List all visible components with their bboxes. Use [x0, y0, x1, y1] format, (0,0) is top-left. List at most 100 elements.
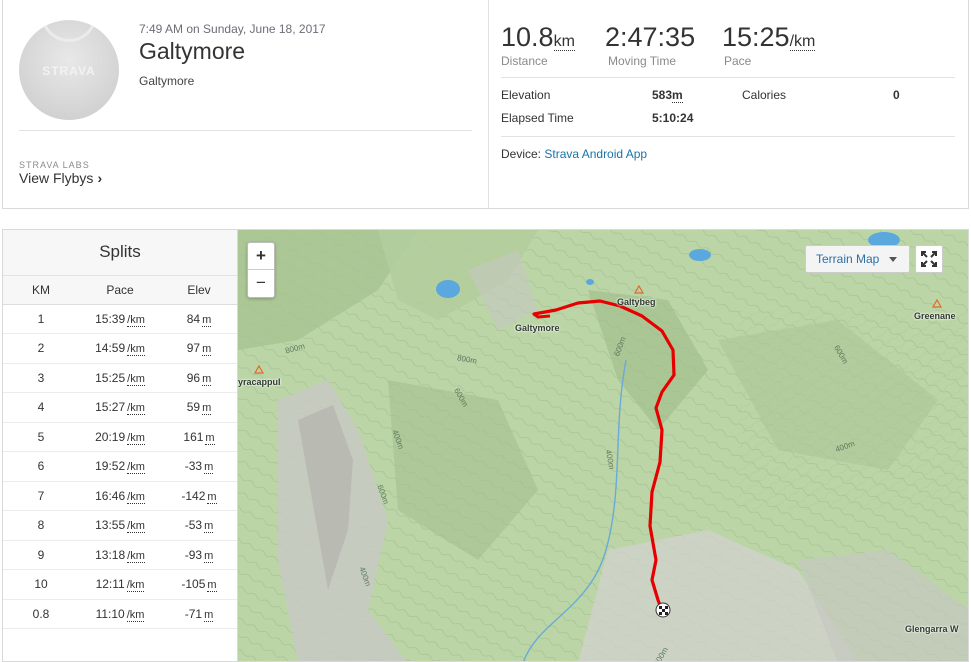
split-pace: 13:55/km	[79, 510, 161, 541]
split-elev: 59 m	[161, 392, 237, 423]
split-row: 10 12:11/km -105 m	[3, 569, 237, 600]
split-pace: 19:52/km	[79, 451, 161, 482]
split-elev: 84 m	[161, 304, 237, 334]
split-pace-value: 12:11	[95, 577, 125, 592]
terrain-map-tiles	[238, 230, 968, 661]
elapsed-time-label: Elapsed Time	[501, 111, 574, 125]
split-pace: 20:19/km	[79, 422, 161, 452]
chevron-right-icon: ›	[97, 170, 103, 186]
split-km: 6	[3, 451, 79, 482]
split-elev-value: -53	[184, 518, 203, 533]
splits-body: 1 15:39/km 84 m 2 14:59/km 97 m 3 15:25/km 96 m 4 15:…	[3, 304, 237, 629]
split-row: 8 13:55/km -53 m	[3, 510, 237, 541]
activity-summary: STRAVA 7:49 AM on Sunday, June 18, 2017 …	[2, 0, 969, 209]
split-elev-value: -142	[181, 488, 206, 503]
split-pace: 12:11/km	[79, 569, 161, 600]
place-label: Greenane	[914, 311, 956, 321]
header-km: KM	[3, 276, 79, 305]
split-pace-unit: /km	[127, 402, 145, 416]
calories-label: Calories	[742, 88, 787, 102]
split-pace-unit: /km	[126, 579, 145, 593]
view-flybys-link[interactable]: View Flybys ›	[19, 170, 102, 186]
split-elev-unit: m	[204, 520, 214, 534]
split-pace-unit: /km	[127, 431, 145, 445]
divider	[501, 136, 955, 137]
split-km: 7	[3, 481, 79, 511]
device-link[interactable]: Strava Android App	[544, 147, 647, 161]
fullscreen-icon	[921, 251, 937, 267]
split-pace-value: 14:59	[95, 341, 126, 356]
distance-value: 10.8	[501, 22, 554, 52]
split-elev-unit: m	[202, 372, 212, 386]
place-label: Galtybeg	[617, 297, 656, 307]
split-elev-value: 59	[186, 400, 201, 415]
stat-pace: 15:25/km Pace	[722, 22, 816, 68]
split-elev: 97 m	[161, 333, 237, 364]
split-row: 9 13:18/km -93 m	[3, 540, 237, 570]
split-pace-value: 11:10	[95, 606, 125, 621]
split-elev: -71 m	[161, 599, 237, 629]
caret-down-icon	[889, 257, 897, 262]
split-elev: 96 m	[161, 363, 237, 393]
device-info: Device: Strava Android App	[501, 147, 647, 161]
elapsed-time-value: 5:10:24	[652, 111, 694, 125]
split-km: 3	[3, 363, 79, 393]
map-type-dropdown[interactable]: Terrain Map	[805, 245, 910, 273]
split-pace-unit: /km	[126, 608, 145, 622]
split-elev: -105 m	[161, 569, 237, 600]
split-row: 4 15:27/km 59 m	[3, 392, 237, 423]
split-km: 10	[3, 569, 79, 600]
split-pace: 14:59/km	[79, 333, 161, 364]
divider	[19, 130, 472, 131]
divider	[488, 0, 489, 208]
split-elev-value: -105	[181, 577, 206, 592]
split-pace-unit: /km	[127, 343, 145, 357]
split-pace-unit: /km	[127, 372, 145, 386]
place-label: yracappul	[238, 377, 281, 387]
split-elev-unit: m	[202, 402, 212, 416]
split-pace-value: 19:52	[95, 459, 126, 474]
split-pace: 13:18/km	[79, 540, 161, 570]
moving-time-label: Moving Time	[608, 54, 677, 68]
distance-label: Distance	[501, 54, 548, 68]
split-elev-unit: m	[204, 608, 214, 622]
view-flybys-label: View Flybys	[19, 170, 94, 186]
split-pace: 15:27/km	[79, 392, 161, 423]
split-elev-unit: m	[205, 431, 215, 445]
split-pace: 15:39/km	[79, 304, 161, 334]
pace-value: 15:25	[722, 22, 790, 52]
zoom-in-button[interactable]: +	[248, 243, 274, 270]
device-label: Device:	[501, 147, 542, 161]
split-pace: 11:10/km	[79, 599, 161, 629]
split-km: 4	[3, 392, 79, 423]
splits-panel: Splits KM Pace Elev 1 15:39/km 84 m 2 14:59/k…	[2, 229, 238, 662]
split-row: 6 19:52/km -33 m	[3, 451, 237, 482]
split-pace-value: 13:55	[95, 518, 126, 533]
elevation-label: Elevation	[501, 88, 551, 102]
split-row: 0.8 11:10/km -71 m	[3, 599, 237, 629]
split-row: 1 15:39/km 84 m	[3, 304, 237, 334]
moving-time-value: 2:47:35	[605, 22, 696, 52]
split-elev-value: 84	[186, 311, 201, 326]
splits-title: Splits	[3, 230, 237, 276]
calories-value: 0	[893, 88, 900, 102]
stat-moving-time: 2:47:35 Moving Time	[605, 22, 695, 68]
split-elev-unit: m	[202, 313, 212, 327]
activity-description: Galtymore	[139, 74, 195, 88]
route-map[interactable]: Galtymore Galtybeg Greenane yracappul Gl…	[238, 229, 969, 662]
split-pace: 15:25/km	[79, 363, 161, 393]
split-row: 7 16:46/km -142 m	[3, 481, 237, 511]
split-pace-value: 15:27	[95, 400, 126, 415]
athlete-avatar[interactable]: STRAVA	[19, 20, 119, 120]
zoom-out-button[interactable]: −	[248, 270, 274, 297]
split-pace-unit: /km	[127, 520, 145, 534]
split-row: 3 15:25/km 96 m	[3, 363, 237, 393]
split-pace-unit: /km	[127, 313, 145, 327]
split-km: 0.8	[3, 599, 79, 629]
fullscreen-button[interactable]	[915, 245, 943, 273]
split-pace-value: 16:46	[95, 488, 126, 503]
place-label: Glengarra W	[905, 624, 959, 634]
elevation-value: 583m	[652, 88, 683, 103]
avatar-collar-shape	[41, 20, 97, 42]
elevation-unit: m	[672, 88, 683, 103]
